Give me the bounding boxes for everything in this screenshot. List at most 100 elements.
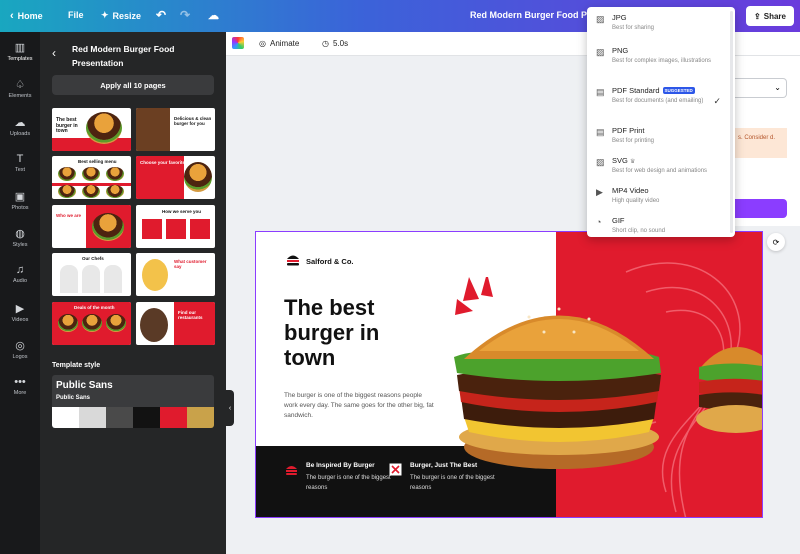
option-name: PDF Standard SUGGESTED	[612, 86, 695, 95]
back-chevron-icon[interactable]: ‹	[52, 46, 56, 60]
page-thumbnail-4[interactable]: Choose your favorites	[136, 156, 215, 199]
rail-item-styles[interactable]: ◍ Styles	[0, 227, 40, 248]
rail-label: Templates	[7, 56, 33, 62]
template-style-card[interactable]: Public Sans Public Sans	[52, 375, 214, 428]
videos-icon: ▶	[15, 303, 25, 315]
thumb-title: The best burger in town	[56, 117, 78, 134]
style-sub-font: Public Sans	[56, 395, 91, 401]
rail-item-audio[interactable]: ♫ Audio	[0, 264, 40, 284]
checkmark-icon: ✓	[713, 96, 721, 106]
apply-all-pages-button[interactable]: Apply all 10 pages	[52, 75, 214, 95]
chevron-down-icon: ⌄	[774, 83, 781, 92]
file-type-option-pdf-standard[interactable]: ▤ PDF Standard SUGGESTED Best for documen…	[587, 82, 735, 120]
document-icon: ▤	[596, 87, 605, 97]
page-thumbnail-3[interactable]: Best selling menu	[52, 156, 131, 199]
color-swatch	[187, 407, 214, 428]
page-thumbnail-5[interactable]: Who we are	[52, 205, 131, 248]
thumb-title: Deals of the month	[74, 305, 115, 310]
thumb-title: Our Chefs	[82, 256, 104, 261]
rail-item-videos[interactable]: ▶ Videos	[0, 302, 40, 323]
home-button[interactable]: ‹ Home	[10, 10, 43, 22]
option-name: PNG	[612, 46, 629, 55]
feature-title: Be Inspired By Burger	[306, 462, 375, 469]
page-thumbnail-8[interactable]: What customer say	[136, 253, 215, 296]
file-type-dropdown: ▨ JPG Best for sharing ▨ PNG Best for co…	[587, 7, 735, 237]
option-name: GIF	[612, 216, 625, 225]
file-menu[interactable]: File	[68, 10, 84, 20]
headline: The best burger in town	[284, 295, 380, 370]
rail-item-logos[interactable]: ◎ Logos	[0, 339, 40, 360]
warning-note: s. Consider d.	[735, 128, 787, 158]
color-swatch	[52, 407, 79, 428]
dropdown-scrollbar[interactable]	[730, 11, 733, 233]
page-thumbnail-10[interactable]: Find our restaurants	[136, 302, 215, 345]
templates-panel: ‹ Red Modern Burger Food Presentation Ap…	[40, 32, 226, 554]
resize-button[interactable]: ✦ Resize	[101, 10, 141, 21]
page-thumbnail-6[interactable]: How we serve you	[136, 205, 215, 248]
undo-button[interactable]: ↶	[156, 8, 166, 22]
gif-icon: ◔	[596, 217, 602, 227]
share-button[interactable]: ⇪ Share	[746, 6, 794, 26]
rail-label: Videos	[11, 317, 29, 323]
burger-logo-icon	[287, 255, 299, 266]
rail-label: More	[13, 390, 27, 396]
brand-name: Salford & Co.	[306, 257, 354, 266]
resize-label: Resize	[112, 10, 142, 21]
rail-label: Photos	[11, 205, 29, 211]
rail-label: Logos	[12, 354, 28, 360]
image-icon: ▨	[596, 157, 605, 167]
animate-button[interactable]: ◎ Animate	[259, 39, 299, 48]
duration-button[interactable]: ◷ 5.0s	[322, 39, 348, 48]
thumb-title: What customer say	[174, 259, 207, 269]
share-label: Share	[763, 11, 786, 21]
rail-item-text[interactable]: T Text	[0, 153, 40, 173]
rail-item-photos[interactable]: ▣ Photos	[0, 190, 40, 211]
option-name: SVG ♛	[612, 156, 635, 165]
thumb-title: Best selling menu	[78, 159, 117, 164]
option-description: Best for printing	[612, 138, 655, 144]
option-description: Best for sharing	[612, 25, 655, 31]
chevron-left-icon: ‹	[228, 404, 232, 412]
file-type-select[interactable]: ⌄	[735, 78, 787, 98]
premium-crown-icon: ♛	[629, 159, 636, 165]
collapse-panel-button[interactable]: ‹	[226, 390, 234, 426]
resize-icon: ✦	[101, 10, 109, 20]
burger-image	[696, 347, 762, 433]
comment-button[interactable]: ⟳	[767, 233, 785, 251]
comment-icon: ⟳	[772, 237, 780, 247]
page-thumbnail-7[interactable]: Our Chefs	[52, 253, 131, 296]
undo-icon: ↶	[156, 8, 167, 22]
download-button[interactable]	[735, 199, 787, 218]
file-type-option-png[interactable]: ▨ PNG Best for complex images, illustrat…	[587, 42, 735, 80]
photos-icon: ▣	[14, 191, 26, 203]
burger-image	[454, 277, 661, 469]
rail-item-uploads[interactable]: ☁ Uploads	[0, 116, 40, 137]
chevron-left-icon: ‹	[10, 10, 14, 22]
body-text: The burger is one of the biggest reasons…	[284, 392, 434, 419]
option-description: Best for documents (and emailing)	[612, 98, 704, 104]
rail-item-more[interactable]: ••• More	[0, 376, 40, 396]
feature-body: The burger is one of the biggest reasons	[306, 475, 391, 491]
rail-item-templates[interactable]: ▥ Templates	[0, 41, 40, 62]
file-label: File	[68, 10, 84, 20]
design-canvas[interactable]: Salford & Co. The best burger in town Th…	[255, 231, 763, 518]
suggested-badge: SUGGESTED	[662, 87, 695, 94]
page-thumbnail-9[interactable]: Deals of the month	[52, 302, 131, 345]
image-icon: ▨	[596, 47, 605, 57]
color-swatch	[106, 407, 133, 428]
file-type-option-gif[interactable]: ◔ GIF Short clip, no sound	[587, 212, 735, 237]
page-thumbnail-2[interactable]: Delicious & clean burger for you	[136, 108, 215, 151]
option-name-text: SVG	[612, 156, 628, 165]
home-label: Home	[17, 11, 43, 21]
share-icon: ⇪	[754, 11, 761, 21]
rail-item-elements[interactable]: ♤ Elements	[0, 78, 40, 99]
uploads-icon: ☁	[14, 117, 26, 129]
page-thumbnail-1[interactable]: The best burger in town	[52, 108, 131, 151]
redo-button[interactable]: ↷	[180, 8, 190, 22]
thumb-title: Delicious & clean burger for you	[174, 116, 212, 126]
thumb-title: Who we are	[56, 213, 82, 218]
feature-body: The burger is one of the biggest reasons	[410, 475, 495, 491]
color-picker-button[interactable]	[232, 37, 244, 49]
option-name-text: PDF Standard	[612, 86, 660, 95]
style-heading-font: Public Sans	[56, 380, 113, 391]
